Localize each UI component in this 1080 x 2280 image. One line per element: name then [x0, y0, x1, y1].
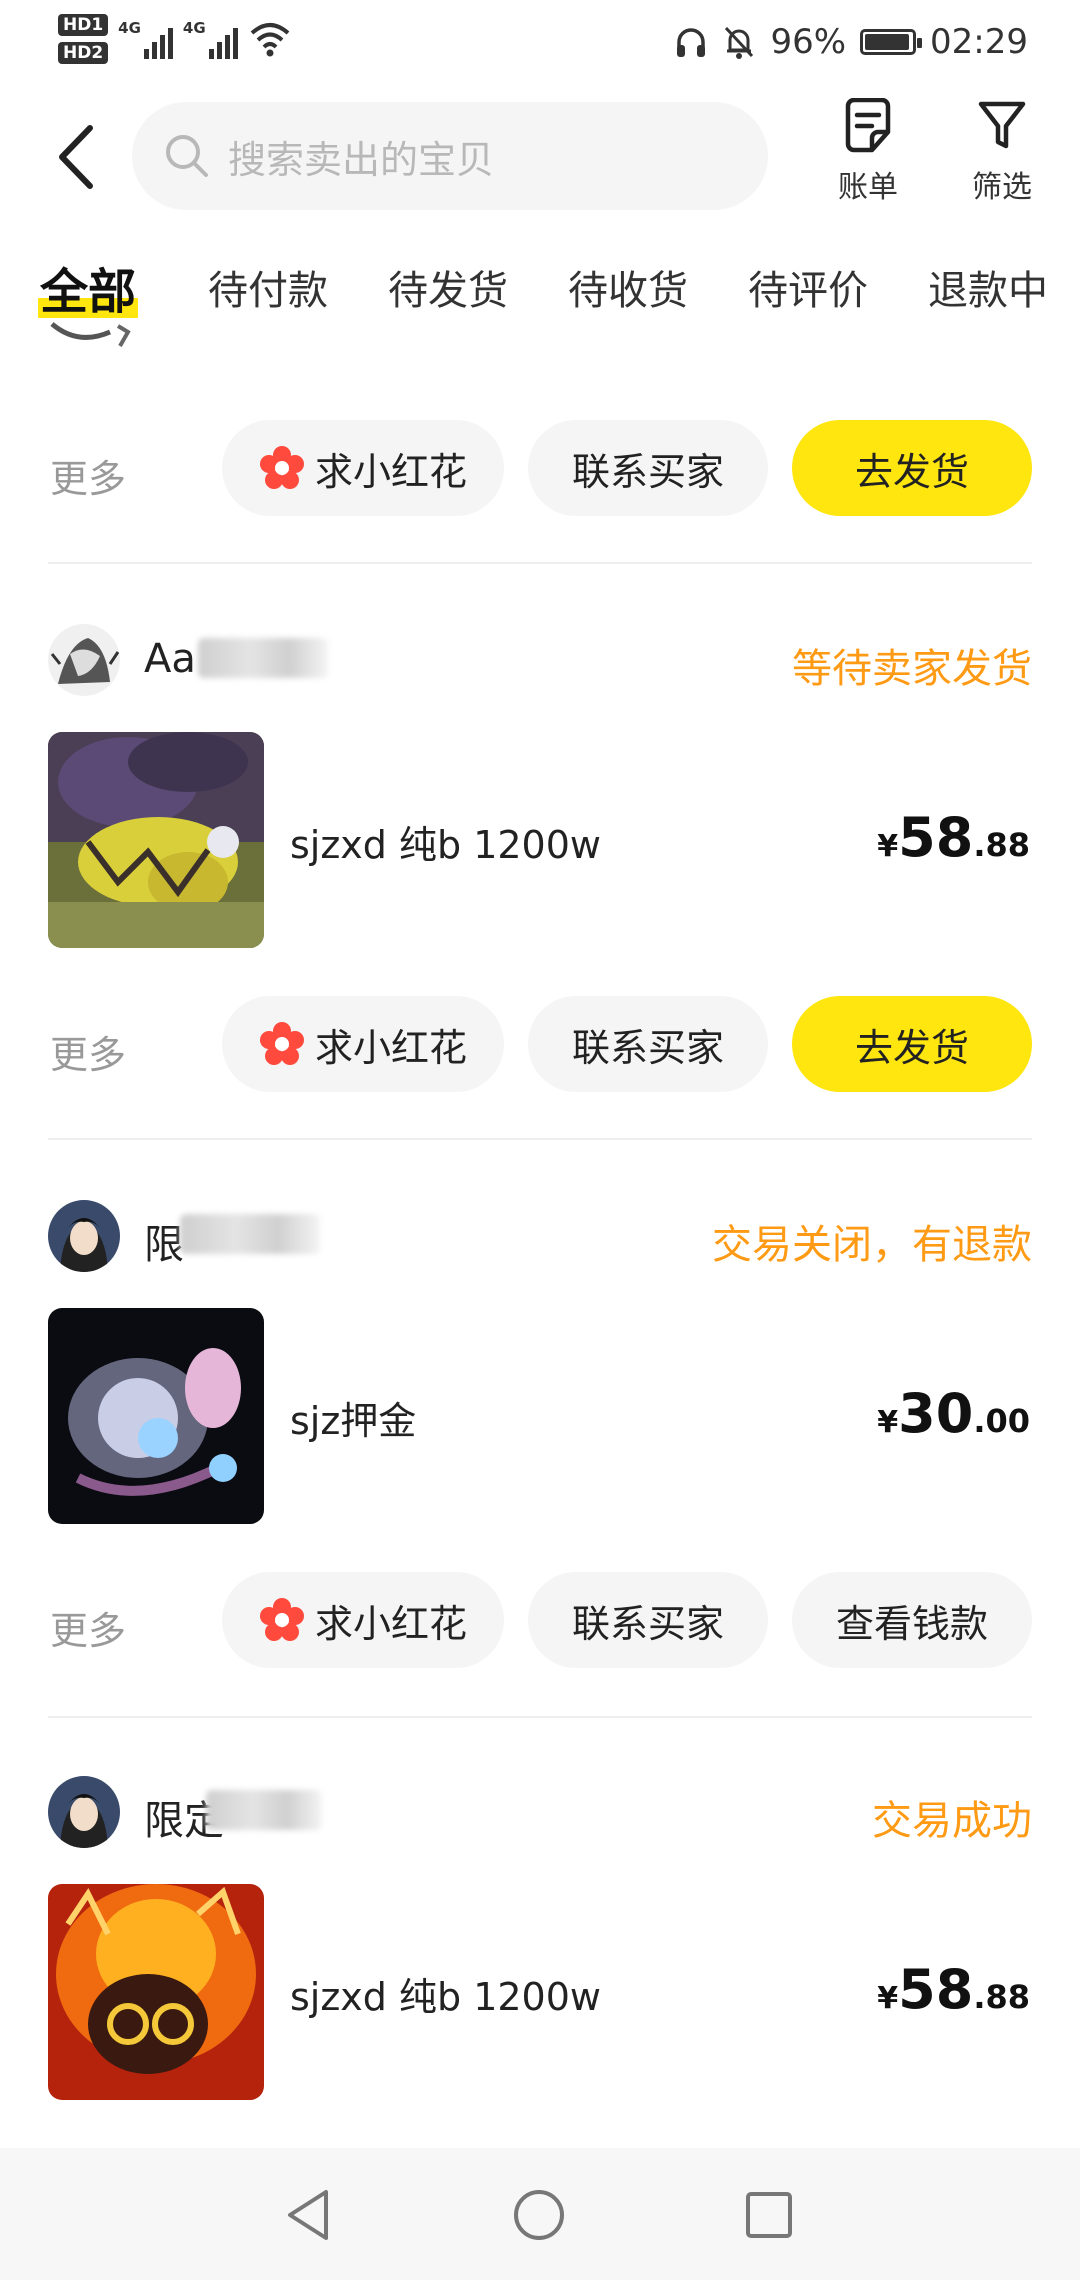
wifi-icon [250, 23, 289, 57]
item-thumbnail [48, 1308, 264, 1524]
request-flower-button[interactable]: 求小红花 [222, 1572, 504, 1668]
back-arrow-icon[interactable] [48, 122, 108, 192]
contact-buyer-button[interactable]: 联系买家 [528, 996, 768, 1092]
avatar-image [48, 624, 120, 696]
filter-icon [978, 101, 1026, 149]
search-placeholder: 搜索卖出的宝贝 [228, 137, 495, 182]
bill-button[interactable]: 账单 [818, 98, 918, 206]
avatar[interactable] [48, 624, 120, 696]
ship-button[interactable]: 去发货 [792, 420, 1032, 516]
order-actions-2: 更多 求小红花 联系买家 查看钱款 [0, 1572, 1080, 1672]
order-status: 等待卖家发货 [792, 646, 1032, 692]
tab-all-label: 全部 [40, 264, 137, 320]
item-price: ¥58.88 [877, 1958, 1030, 2021]
headphones-icon [677, 28, 706, 57]
divider [48, 562, 1032, 564]
item-price: ¥58.88 [877, 806, 1030, 869]
filter-button[interactable]: 筛选 [952, 98, 1052, 206]
nav-recent-icon[interactable] [744, 2188, 794, 2242]
more-link[interactable]: 更多 [50, 1024, 126, 1079]
order-status: 交易关闭，有退款 [712, 1222, 1032, 1268]
seller-name: Aa [144, 636, 196, 682]
system-nav-bar [0, 2148, 1080, 2280]
search-input[interactable]: 搜索卖出的宝贝 [132, 102, 768, 210]
order-seller-row: Aa 等待卖家发货 [0, 624, 1080, 704]
blurred-name [180, 1214, 320, 1254]
tab-pending-shipment[interactable]: 待发货 [388, 258, 508, 316]
flower-icon [259, 446, 304, 489]
order-actions-1: 更多 求小红花 联系买家 去发货 [0, 996, 1080, 1096]
view-payment-button[interactable]: 查看钱款 [792, 1572, 1032, 1668]
more-link[interactable]: 更多 [50, 448, 126, 503]
signal-1-icon: 4G [118, 19, 173, 59]
clock: 02:29 [930, 22, 1028, 62]
order-tabs: 全部 待付款 待发货 待收货 待评价 退款中 [0, 240, 1080, 340]
avatar-image [48, 1200, 120, 1272]
item-title: sjzxd 纯b 1200w [290, 1975, 601, 2019]
hd2-badge: HD2 [58, 42, 109, 64]
more-link[interactable]: 更多 [50, 1600, 126, 1655]
tab-all[interactable]: 全部 [38, 252, 139, 322]
item-title: sjzxd 纯b 1200w [290, 823, 601, 867]
partial-avatar [50, 322, 131, 347]
flower-icon [259, 1022, 304, 1065]
seller-name: 限 [144, 1222, 184, 1268]
order-item[interactable]: sjz押金 ¥30.00 [0, 1308, 1080, 1524]
request-flower-button[interactable]: 求小红花 [222, 420, 504, 516]
order-status: 交易成功 [872, 1798, 1032, 1844]
order-item[interactable]: sjzxd 纯b 1200w ¥58.88 [0, 732, 1080, 948]
order-actions-0: 更多 求小红花 联系买家 去发货 [0, 420, 1080, 520]
network-type-2: 4G [182, 19, 206, 37]
blurred-name [206, 1790, 322, 1830]
header: 搜索卖出的宝贝 账单 筛选 [0, 92, 1080, 226]
status-bar: HD1 HD2 4G 4G 96% 02:29 [0, 0, 1080, 92]
bill-label: 账单 [838, 170, 898, 205]
ship-button[interactable]: 去发货 [792, 996, 1032, 1092]
order-seller-row: 限定 交易成功 [0, 1776, 1080, 1856]
mute-bell-icon [725, 26, 754, 59]
hd-indicators: HD1 HD2 [58, 14, 109, 64]
request-flower-button[interactable]: 求小红花 [222, 996, 504, 1092]
divider [48, 1716, 1032, 1718]
avatar[interactable] [48, 1776, 120, 1848]
nav-back-icon[interactable] [284, 2188, 334, 2242]
avatar-image [48, 1776, 120, 1848]
contact-buyer-button[interactable]: 联系买家 [528, 1572, 768, 1668]
request-flower-label: 求小红花 [314, 449, 467, 494]
item-title: sjz押金 [290, 1399, 417, 1443]
order-seller-row: 限 交易关闭，有退款 [0, 1200, 1080, 1280]
bill-icon [845, 98, 891, 153]
tab-refunding[interactable]: 退款中 [928, 258, 1048, 316]
battery-icon [860, 29, 923, 55]
flower-icon [259, 1598, 304, 1641]
blurred-name [198, 638, 328, 678]
hd1-badge: HD1 [58, 14, 109, 36]
contact-buyer-button[interactable]: 联系买家 [528, 420, 768, 516]
tab-pending-review[interactable]: 待评价 [748, 258, 868, 316]
divider [48, 1138, 1032, 1140]
search-icon [166, 135, 208, 177]
avatar[interactable] [48, 1200, 120, 1272]
item-thumbnail [48, 1884, 264, 2100]
tab-pending-payment[interactable]: 待付款 [208, 258, 328, 316]
request-flower-label: 求小红花 [314, 1025, 467, 1070]
filter-label: 筛选 [972, 170, 1032, 205]
signal-2-icon: 4G [183, 19, 238, 59]
item-thumbnail [48, 732, 264, 948]
request-flower-label: 求小红花 [314, 1601, 467, 1646]
order-item[interactable]: sjzxd 纯b 1200w ¥58.88 [0, 1884, 1080, 2100]
battery-percent: 96% [770, 22, 847, 62]
tab-pending-receipt[interactable]: 待收货 [568, 258, 688, 316]
nav-home-icon[interactable] [512, 2188, 566, 2242]
network-type-1: 4G [118, 19, 141, 37]
item-price: ¥30.00 [877, 1382, 1030, 1445]
